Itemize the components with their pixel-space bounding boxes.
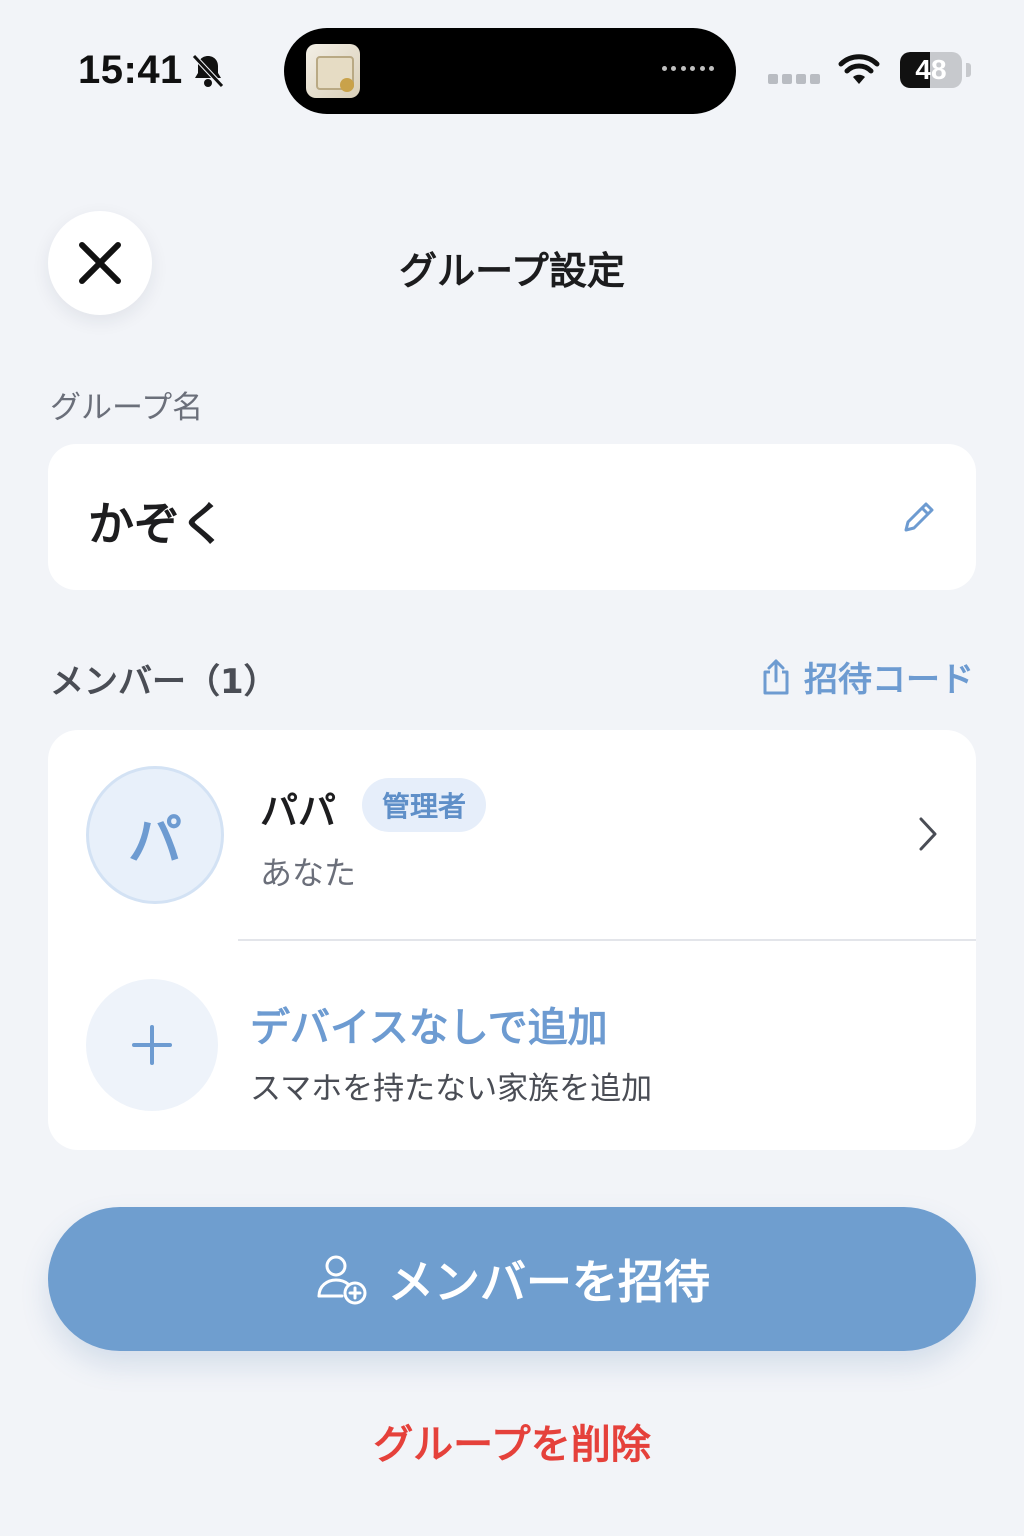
members-list: パ パパ 管理者 あなた デバイスなしで追加 スマホを持たない家族を追加 — [48, 730, 976, 1150]
member-subtitle: あなた — [260, 854, 357, 892]
plus-icon — [86, 979, 218, 1111]
avatar: パ — [86, 766, 224, 904]
add-without-device-title: デバイスなしで追加 — [250, 1005, 608, 1051]
invite-code-link[interactable]: 招待コード — [760, 652, 974, 701]
pencil-icon[interactable] — [902, 500, 936, 534]
island-dots — [662, 66, 714, 74]
delete-group-button[interactable]: グループを削除 — [0, 1412, 1024, 1470]
members-label: メンバー（1） — [50, 662, 278, 702]
dynamic-island[interactable] — [284, 28, 736, 114]
invite-code-label: 招待コード — [804, 660, 974, 700]
member-row[interactable]: パ パパ 管理者 あなた — [48, 730, 976, 940]
chevron-right-icon — [919, 817, 937, 851]
group-name-field[interactable]: かぞく — [48, 444, 976, 590]
share-icon — [763, 659, 789, 694]
invite-member-label: メンバーを招待 — [388, 1255, 710, 1309]
live-activity-thumbnail — [306, 44, 360, 98]
wifi-icon — [838, 54, 880, 84]
invite-member-button[interactable]: メンバーを招待 — [48, 1207, 976, 1351]
battery-level: 48 — [915, 54, 947, 85]
group-name-value: かぞく — [88, 497, 226, 551]
add-without-device-subtitle: スマホを持たない家族を追加 — [250, 1071, 653, 1107]
add-without-device-row[interactable]: デバイスなしで追加 スマホを持たない家族を追加 — [48, 941, 976, 1150]
battery-cap — [966, 63, 971, 77]
role-badge: 管理者 — [362, 778, 487, 832]
group-name-label: グループ名 — [50, 390, 204, 426]
bell-slash-icon — [192, 54, 224, 88]
battery-icon: 48 — [900, 52, 962, 88]
add-person-icon — [317, 1255, 367, 1305]
member-name: パパ — [260, 789, 337, 833]
status-time: 15:41 — [78, 48, 183, 92]
cellular-signal-icon — [768, 74, 820, 84]
page-title: グループ設定 — [399, 249, 625, 293]
